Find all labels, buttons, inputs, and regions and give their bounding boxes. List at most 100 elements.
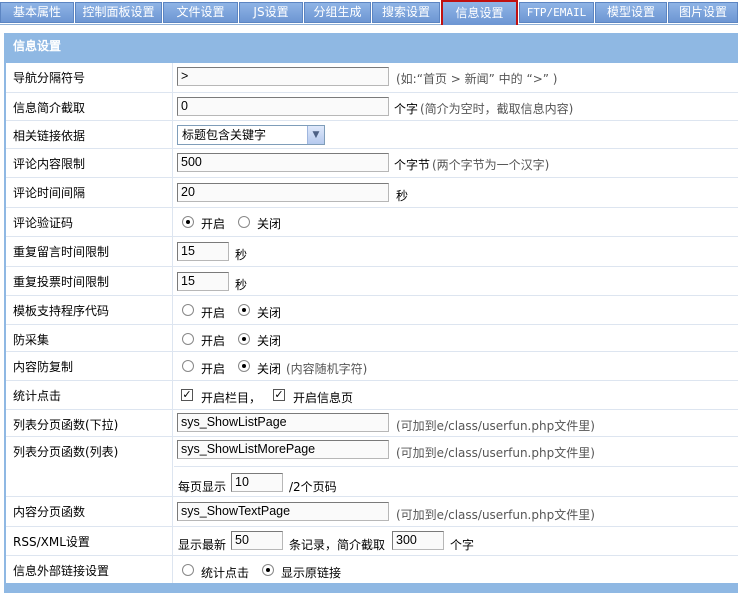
tab-search-settings[interactable]: 搜索设置 [372,2,440,23]
row-rss-xml: RSS/XML设置 显示最新 50 条记录，简介截取 300 个字 [6,526,738,555]
anti-copy-off-label: 关闭 [257,362,282,376]
tab-image-settings[interactable]: 图片设置 [668,2,738,23]
intro-cut-hint: (简介为空时，截取信息内容) [420,102,574,116]
field-label: 评论时间间隔 [6,178,173,207]
row-nav-separator: 导航分隔符号 > (如:“首页 > 新闻” 中的 “>” ) [6,63,738,92]
list-page-select-input[interactable]: sys_ShowListPage [177,413,389,432]
tab-label: 搜索设置 [381,5,430,19]
field-label: 相关链接依据 [6,121,173,148]
row-intro-cut: 信息简介截取 0 个字 (简介为空时，截取信息内容) [6,92,738,120]
click-stats-info-checkbox[interactable]: ✓ [273,389,285,401]
row-content-page: 内容分页函数 sys_ShowTextPage (可加到e/class/user… [6,496,738,526]
row-anti-copy: 内容防复制 开启 关闭 (内容随机字符) [6,351,738,380]
ext-link-original-radio[interactable] [262,564,274,576]
field-label: 重复投票时间限制 [6,267,173,295]
nav-separator-hint: (如:“首页 > 新闻” 中的 “>” ) [396,72,558,86]
row-template-code: 模板支持程序代码 开启 关闭 [6,295,738,324]
row-external-link: 信息外部链接设置 统计点击 显示原链接 [6,555,738,583]
repeat-message-unit: 秒 [235,248,248,262]
field-label: 模板支持程序代码 [6,296,173,324]
comment-limit-hint: (两个字节为一个汉字) [432,158,550,172]
tab-label: 文件设置 [176,5,225,19]
row-comment-captcha: 评论验证码 开启 关闭 [6,207,738,236]
row-divider [174,466,738,467]
click-stats-column-checkbox[interactable]: ✓ [181,389,193,401]
content-page-hint: (可加到e/class/userfun.php文件里) [396,508,595,522]
field-label: 评论验证码 [6,208,173,236]
anti-copy-off-radio[interactable] [238,360,250,372]
captcha-off-radio[interactable] [238,216,250,228]
info-settings-panel: 信息设置 导航分隔符号 > (如:“首页 > 新闻” 中的 “>” ) 信息简介… [4,33,738,593]
repeat-vote-input[interactable]: 15 [177,272,229,291]
captcha-on-radio[interactable] [182,216,194,228]
repeat-vote-unit: 秒 [235,278,248,292]
click-stats-info-label: 开启信息页 [293,391,354,405]
tab-label: JS设置 [253,5,289,19]
tab-model-settings[interactable]: 模型设置 [595,2,667,23]
rss-count-input[interactable]: 50 [231,531,283,550]
tab-ftp-email[interactable]: FTP/EMAIL [519,2,594,23]
intro-cut-input[interactable]: 0 [177,97,389,116]
row-anti-collect: 防采集 开启 关闭 [6,324,738,351]
row-comment-limit: 评论内容限制 500 个字节 (两个字节为一个汉字) [6,148,738,177]
tab-file-settings[interactable]: 文件设置 [163,2,238,23]
template-code-off-radio[interactable] [238,304,250,316]
list-page-list-hint: (可加到e/class/userfun.php文件里) [396,446,595,460]
template-code-off-label: 关闭 [257,306,282,320]
field-label: 列表分页函数(下拉) [6,410,173,436]
comment-interval-unit: 秒 [396,189,409,203]
field-label: 导航分隔符号 [6,63,173,92]
ext-link-click-stats-radio[interactable] [182,564,194,576]
comment-interval-input[interactable]: 20 [177,183,389,202]
field-label: 内容分页函数 [6,497,173,526]
per-page-unit: /2个页码 [289,480,337,494]
anti-collect-off-radio[interactable] [238,333,250,345]
field-label: 重复留言时间限制 [6,237,173,266]
tab-label: 模型设置 [606,5,655,19]
tab-js-settings[interactable]: JS设置 [239,2,303,23]
captcha-off-label: 关闭 [257,217,282,231]
rss-cut-input[interactable]: 300 [392,531,444,550]
field-label: 统计点击 [6,381,173,409]
field-label: RSS/XML设置 [6,527,173,555]
anti-copy-hint: (内容随机字符) [286,362,368,376]
anti-copy-on-radio[interactable] [182,360,194,372]
rss-unit-text: 个字 [450,538,475,552]
tab-label: 基本属性 [12,5,61,19]
template-code-on-radio[interactable] [182,304,194,316]
row-repeat-message: 重复留言时间限制 15 秒 [6,236,738,266]
row-repeat-vote: 重复投票时间限制 15 秒 [6,266,738,295]
per-page-input[interactable]: 10 [231,473,283,492]
tab-basic-properties[interactable]: 基本属性 [0,2,74,23]
content-page-input[interactable]: sys_ShowTextPage [177,502,389,521]
anti-collect-on-radio[interactable] [182,333,194,345]
field-label: 信息简介截取 [6,93,173,120]
tab-group-generate[interactable]: 分组生成 [304,2,371,23]
click-stats-column-label: 开启栏目， [201,391,262,405]
list-page-select-hint: (可加到e/class/userfun.php文件里) [396,419,595,433]
panel-title: 信息设置 [13,39,62,53]
tab-info-settings[interactable]: 信息设置 [441,0,518,25]
tab-label: 控制面板设置 [82,5,155,19]
row-comment-interval: 评论时间间隔 20 秒 [6,177,738,207]
anti-collect-on-label: 开启 [201,334,226,348]
list-page-list-input[interactable]: sys_ShowListMorePage [177,440,389,459]
ext-link-click-stats-label: 统计点击 [201,566,250,580]
anti-copy-on-label: 开启 [201,362,226,376]
related-links-selected: 标题包含关键字 [182,128,267,142]
chevron-down-icon[interactable]: ▼ [307,126,324,144]
row-list-page-list: 列表分页函数(列表) sys_ShowListMorePage (可加到e/cl… [6,436,738,496]
settings-tab-bar: 基本属性 控制面板设置 文件设置 JS设置 分组生成 搜索设置 信息设置 FTP… [0,0,738,25]
field-label: 防采集 [6,325,173,351]
rss-prefix-text: 显示最新 [178,538,227,552]
tab-label: 图片设置 [678,5,727,19]
comment-limit-unit: 个字节 [394,158,431,172]
tab-control-panel[interactable]: 控制面板设置 [75,2,162,23]
nav-separator-input[interactable]: > [177,67,389,86]
anti-collect-off-label: 关闭 [257,334,282,348]
comment-limit-input[interactable]: 500 [177,153,389,172]
per-page-label: 每页显示 [178,480,227,494]
row-click-stats: 统计点击 ✓ 开启栏目， ✓ 开启信息页 [6,380,738,409]
related-links-select[interactable]: 标题包含关键字 ▼ [177,125,325,145]
repeat-message-input[interactable]: 15 [177,242,229,261]
